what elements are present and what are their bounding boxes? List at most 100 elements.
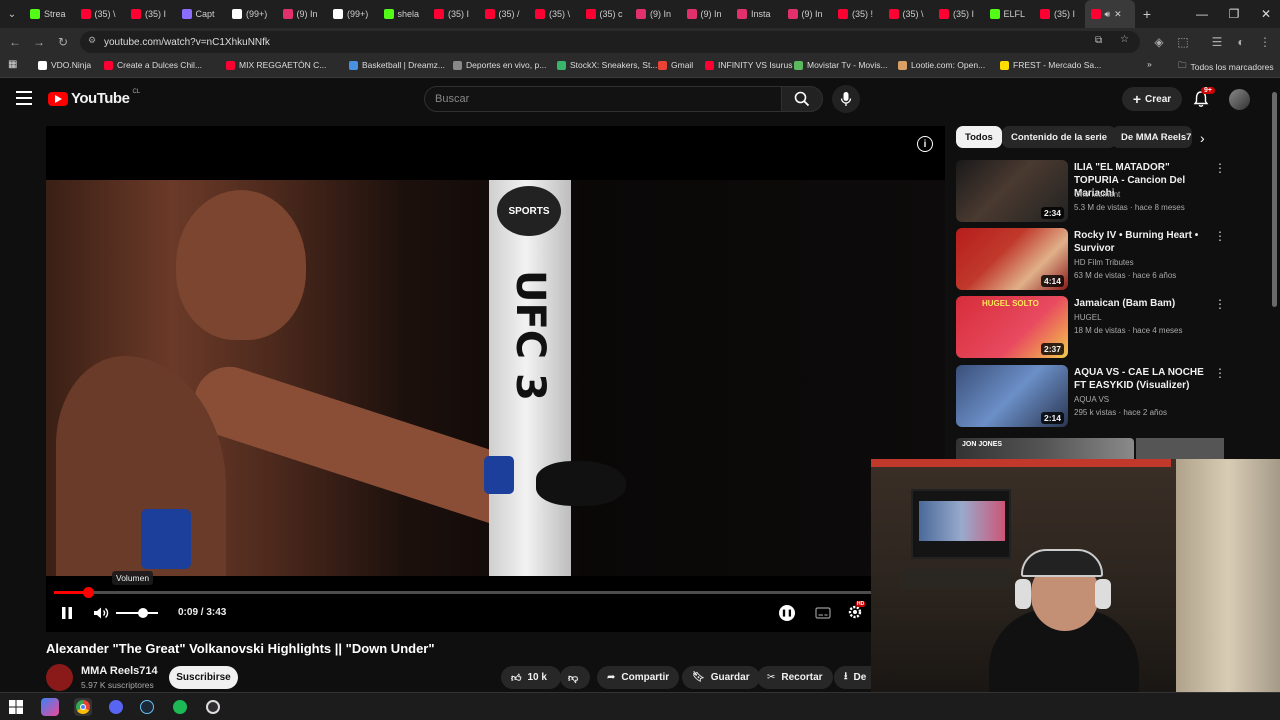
site-info-icon[interactable]: ⚙ [88, 35, 96, 46]
info-icon[interactable]: i [917, 136, 933, 152]
browser-tab[interactable]: (35) ! [832, 0, 883, 28]
discord-icon[interactable] [107, 698, 125, 716]
settings-button[interactable]: HD [846, 601, 866, 621]
browser-tab[interactable]: (9) In [630, 0, 681, 28]
bookmark-item[interactable]: MIX REGGAETÓN C... [226, 60, 326, 70]
back-button[interactable]: ← [6, 33, 24, 51]
channel-name[interactable]: MMA Reels714 [81, 665, 158, 677]
bookmark-item[interactable]: Create a Dulces Chil... [104, 60, 202, 70]
spotify-icon[interactable] [171, 698, 189, 716]
search-button[interactable] [781, 86, 823, 112]
create-button[interactable]: + Crear [1122, 87, 1182, 111]
browser-tab[interactable]: ELFL [984, 0, 1035, 28]
minimize-button[interactable]: — [1186, 0, 1218, 28]
browser-tab[interactable]: Strea [24, 0, 75, 28]
recommendation-channel[interactable]: AQUA VS [1074, 395, 1109, 404]
reading-list-icon[interactable]: ☰ [1208, 33, 1226, 51]
channel-avatar[interactable] [46, 664, 73, 691]
volume-slider[interactable] [116, 608, 158, 618]
audio-playing-icon[interactable]: 🔊︎ [1105, 9, 1111, 20]
extension-icon[interactable]: ◈ [1150, 33, 1168, 51]
chip-series[interactable]: Contenido de la serie [1002, 126, 1117, 148]
clip-button[interactable]: ✂ Recortar [757, 666, 833, 689]
active-tab[interactable]: 🔊︎ ✕ [1084, 0, 1135, 28]
more-options-icon[interactable]: ⋮ [1214, 161, 1226, 175]
browser-tab[interactable]: (9) In [782, 0, 833, 28]
bookmark-star-icon[interactable]: ☆ [1120, 34, 1129, 45]
video-player[interactable]: SPORTS UFC 3 i Volumen 0:09 / 3:43 ❚❚ HD [46, 126, 945, 632]
volume-slider-handle[interactable] [138, 608, 148, 618]
obs-icon[interactable] [204, 698, 222, 716]
chrome-taskbar-icon[interactable] [74, 698, 92, 716]
download-button[interactable]: ⭳ De [834, 666, 871, 689]
browser-tab[interactable]: (35) / [479, 0, 530, 28]
browser-tab[interactable]: (35) c [580, 0, 631, 28]
more-bookmarks-icon[interactable]: » [1147, 59, 1152, 69]
bookmark-item[interactable]: FREST - Mercado Sa... [1000, 60, 1101, 70]
recommendation-thumbnail[interactable]: 4:14 [956, 228, 1068, 290]
browser-tab[interactable]: Insta [731, 0, 782, 28]
browser-tab[interactable]: (35) \ [75, 0, 126, 28]
chevron-right-icon[interactable]: › [1200, 130, 1205, 146]
share-button[interactable]: ➦ Compartir [597, 666, 680, 689]
profile-icon[interactable]: ◐ [1232, 33, 1250, 51]
more-options-icon[interactable]: ⋮ [1214, 229, 1226, 243]
recommendation-thumbnail[interactable]: 2:14 [956, 365, 1068, 427]
maximize-button[interactable]: ❐ [1218, 0, 1250, 28]
browser-tab[interactable]: (35) I [428, 0, 479, 28]
dislike-button[interactable]: 👎︎ [560, 666, 590, 689]
youtube-logo[interactable]: YouTube CL [48, 89, 140, 107]
reload-button[interactable]: ↻ [54, 33, 72, 51]
bookmark-item[interactable]: VDO.Ninja [38, 60, 91, 70]
browser-tab[interactable]: (35) I [933, 0, 984, 28]
forward-button[interactable]: → [30, 33, 48, 51]
browser-tab[interactable]: (9) In [681, 0, 732, 28]
browser-tab[interactable]: (35) I [1034, 0, 1085, 28]
apps-grid-icon[interactable]: ▦ [8, 59, 17, 70]
install-app-icon[interactable]: ⧉ [1095, 35, 1102, 46]
bookmark-item[interactable]: Lootie.com: Open... [898, 60, 985, 70]
recommendation-title[interactable]: AQUA VS - CAE LA NOCHE FT EASYKID (Visua… [1074, 366, 1208, 392]
close-window-button[interactable]: ✕ [1250, 0, 1280, 28]
tab-close-icon[interactable]: ✕ [1114, 9, 1122, 20]
tab-search-button[interactable]: ⌄ [0, 0, 24, 28]
bookmark-item[interactable]: StockX: Sneakers, St... [557, 60, 657, 70]
save-button[interactable]: 🔖︎ Guardar [682, 666, 760, 689]
recommendation-thumbnail[interactable]: HUGEL SOLTO 2:37 [956, 296, 1068, 358]
bookmark-item[interactable]: INFINITY VS Isurus [705, 60, 792, 70]
extensions-puzzle-icon[interactable]: ⬚ [1174, 33, 1192, 51]
bookmark-item[interactable]: Gmail [658, 60, 693, 70]
browser-tab[interactable]: Capt [176, 0, 227, 28]
url-field[interactable]: ⚙ youtube.com/watch?v=nC1XhkuNNfk ⧉ ☆ [80, 31, 1140, 53]
steam-icon[interactable] [138, 698, 156, 716]
browser-tab[interactable]: (35) I [125, 0, 176, 28]
pause-button[interactable] [58, 604, 76, 622]
next-thumbnail-partial[interactable]: JON JONES [956, 438, 1134, 460]
like-button[interactable]: 👍︎ 10 k [501, 666, 561, 689]
next-thumbnail-partial-2[interactable] [1136, 438, 1224, 460]
recommendation-thumbnail[interactable]: 2:34 [956, 160, 1068, 222]
browser-tab[interactable]: shela [378, 0, 429, 28]
chip-channel[interactable]: De MMA Reels7 [1112, 126, 1192, 148]
search-input[interactable]: Buscar [424, 86, 782, 112]
voice-search-button[interactable] [832, 85, 860, 113]
more-options-icon[interactable]: ⋮ [1214, 297, 1226, 311]
recommendation-title[interactable]: Jamaican (Bam Bam) [1074, 297, 1208, 310]
browser-tab[interactable]: (9) In [277, 0, 328, 28]
recommendation-title[interactable]: Rocky IV • Burning Heart • Survivor [1074, 229, 1208, 255]
notifications-button[interactable]: 9+ [1192, 87, 1215, 110]
subtitles-button[interactable] [814, 605, 832, 621]
hamburger-menu-icon[interactable] [16, 91, 32, 105]
chip-todos[interactable]: Todos [956, 126, 1002, 148]
browser-tab[interactable]: (35) \ [529, 0, 580, 28]
browser-tab[interactable]: (99+) [226, 0, 277, 28]
recommendation-channel[interactable]: HUGEL [1074, 313, 1102, 322]
account-avatar[interactable] [1229, 89, 1250, 110]
recommendation-channel[interactable]: One Moment [1074, 190, 1120, 199]
browser-tab[interactable]: (99+) [327, 0, 378, 28]
bookmark-item[interactable]: Movistar Tv - Movis... [794, 60, 888, 70]
new-tab-button[interactable]: + [1135, 6, 1159, 22]
bookmark-item[interactable]: Basketball | Dreamz... [349, 60, 445, 70]
browser-tab[interactable]: (35) \ [883, 0, 934, 28]
bookmark-item[interactable]: Deportes en vivo, p... [453, 60, 546, 70]
